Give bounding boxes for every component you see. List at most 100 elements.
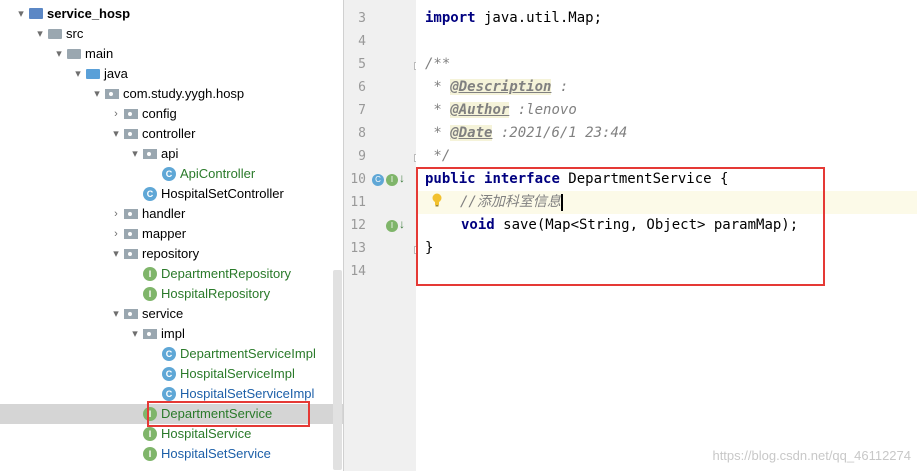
tree-item[interactable]: C ApiController	[0, 164, 343, 184]
implemented-interface-icon[interactable]: I	[386, 174, 398, 186]
package-icon	[124, 129, 138, 139]
tree-item[interactable]: ▾ repository	[0, 244, 343, 264]
tree-item[interactable]: ▾ impl	[0, 324, 343, 344]
chevron-down-icon[interactable]: ▾	[130, 324, 140, 344]
folder-icon	[67, 49, 81, 59]
tree-item[interactable]: C HospitalServiceImpl	[0, 364, 343, 384]
folder-icon	[48, 29, 62, 39]
tree-item[interactable]: ▾ main	[0, 44, 343, 64]
tree-item-label: ApiController	[180, 166, 256, 181]
tree-item-label: handler	[142, 206, 186, 221]
tree-item-label: DepartmentServiceImpl	[180, 346, 316, 361]
source-folder-icon	[86, 69, 100, 79]
line-number: 14	[350, 264, 366, 279]
chevron-right-icon[interactable]: ›	[111, 104, 121, 124]
tree-item[interactable]: I HospitalService	[0, 424, 343, 444]
implementation-arrow-icon[interactable]: ↓	[399, 171, 405, 185]
interface-icon: I	[143, 427, 157, 441]
implemented-method-icon[interactable]: I	[386, 220, 398, 232]
tree-item-label: repository	[142, 246, 200, 261]
chevron-down-icon[interactable]: ▾	[92, 84, 102, 104]
tree-item-label: src	[66, 26, 84, 41]
package-icon	[124, 109, 138, 119]
line-number: 7	[358, 103, 366, 118]
tree-item-label: HospitalSetService	[161, 446, 271, 461]
tree-item[interactable]: ▾ src	[0, 24, 343, 44]
tree-item[interactable]: ▾ api	[0, 144, 343, 164]
class-icon: C	[162, 367, 176, 381]
class-icon: C	[162, 347, 176, 361]
chevron-down-icon[interactable]: ▾	[16, 4, 26, 24]
tree-item[interactable]: › config	[0, 104, 343, 124]
tree-item-label: service_hosp	[47, 6, 131, 21]
code-line-7: * @Author :lenovo	[425, 102, 577, 118]
chevron-down-icon[interactable]: ▾	[54, 44, 64, 64]
editor-gutter: 3 4 5 6 7 8 9 10 11 12 13 14 C I ↓ I ↓	[344, 0, 422, 471]
tree-item-label: api	[161, 146, 179, 161]
chevron-down-icon[interactable]: ▾	[35, 24, 45, 44]
code-editor[interactable]: import java.util.Map; /** * @Description…	[416, 0, 917, 471]
line-number: 10	[350, 172, 366, 187]
line-number: 5	[358, 57, 366, 72]
tree-item[interactable]: I HospitalRepository	[0, 284, 343, 304]
tree-item-label: impl	[161, 326, 185, 341]
line-number: 9	[358, 149, 366, 164]
tree-item-label: controller	[142, 126, 196, 141]
class-icon: C	[162, 167, 176, 181]
package-icon	[143, 329, 157, 339]
tree-item[interactable]: C HospitalSetController	[0, 184, 343, 204]
tree-item[interactable]: I DepartmentRepository	[0, 264, 343, 284]
tree-highlight-box	[147, 401, 310, 427]
tree-item[interactable]: › mapper	[0, 224, 343, 244]
tree-item[interactable]: I HospitalSetService	[0, 444, 343, 464]
code-line-9: */	[425, 148, 451, 164]
tree-item-label: config	[142, 106, 177, 121]
chevron-down-icon[interactable]: ▾	[73, 64, 83, 84]
package-icon	[124, 309, 138, 319]
chevron-down-icon[interactable]: ▾	[130, 144, 140, 164]
chevron-right-icon[interactable]: ›	[111, 204, 121, 224]
tree-item-label: mapper	[142, 226, 187, 241]
code-line-3: import java.util.Map;	[425, 10, 603, 26]
watermark: https://blog.csdn.net/qq_46112274	[712, 448, 911, 463]
code-line-5: /**	[425, 56, 451, 72]
tree-item-label: HospitalSetController	[161, 186, 284, 201]
code-highlight-box	[416, 167, 825, 286]
tree-item-label: HospitalService	[161, 426, 252, 441]
tree-item-label: com.study.yygh.hosp	[123, 86, 245, 101]
tree-item[interactable]: ▾ java	[0, 64, 343, 84]
project-tree-scrollbar[interactable]	[333, 270, 342, 470]
module-folder-icon	[29, 8, 43, 19]
chevron-down-icon[interactable]: ▾	[111, 124, 121, 144]
code-line-8: * @Date :2021/6/1 23:44	[425, 125, 628, 141]
class-icon: C	[143, 187, 157, 201]
line-number: 11	[350, 195, 366, 210]
tree-item-label: main	[85, 46, 114, 61]
tree-item[interactable]: ▾ service_hosp	[0, 4, 343, 24]
line-number: 8	[358, 126, 366, 141]
chevron-down-icon[interactable]: ▾	[111, 304, 121, 324]
tree-item-label: DepartmentRepository	[161, 266, 292, 281]
line-number: 13	[350, 241, 366, 256]
package-icon	[124, 249, 138, 259]
interface-icon: I	[143, 287, 157, 301]
tree-item[interactable]: C DepartmentServiceImpl	[0, 344, 343, 364]
chevron-right-icon[interactable]: ›	[111, 224, 121, 244]
tree-item[interactable]: ▾ service	[0, 304, 343, 324]
tree-item[interactable]: ▾ controller	[0, 124, 343, 144]
tree-item-label: HospitalServiceImpl	[180, 366, 295, 381]
tree-item-label: java	[104, 66, 128, 81]
interface-icon: I	[143, 267, 157, 281]
line-number: 3	[358, 11, 366, 26]
tree-item[interactable]: ▾ com.study.yygh.hosp	[0, 84, 343, 104]
implemented-class-icon[interactable]: C	[372, 174, 384, 186]
tree-item[interactable]: › handler	[0, 204, 343, 224]
tree-item-label: HospitalRepository	[161, 286, 271, 301]
line-number: 6	[358, 80, 366, 95]
chevron-down-icon[interactable]: ▾	[111, 244, 121, 264]
package-icon	[105, 89, 119, 99]
class-icon: C	[162, 387, 176, 401]
package-icon	[143, 149, 157, 159]
implementation-arrow-icon[interactable]: ↓	[399, 217, 405, 231]
package-icon	[124, 209, 138, 219]
